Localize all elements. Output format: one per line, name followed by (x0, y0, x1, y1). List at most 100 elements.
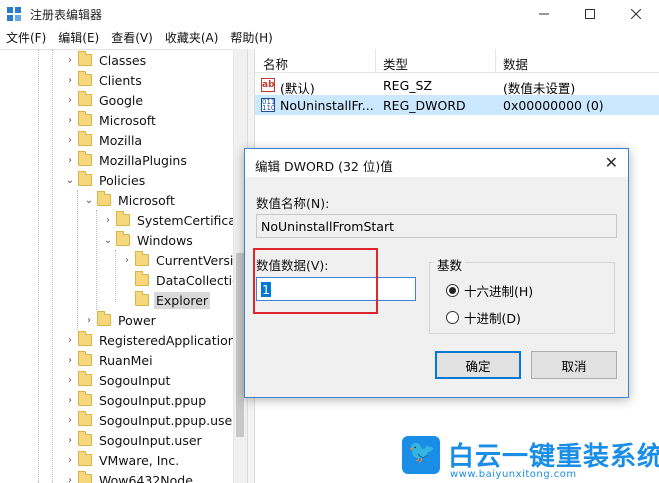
watermark-url: www.baiyunxitong.com (450, 469, 577, 480)
dialog-title: 编辑 DWORD (32 位)值 (255, 159, 393, 174)
chevron-right-icon[interactable]: › (64, 75, 76, 86)
radio-hex[interactable]: 十六进制(H) (446, 281, 533, 300)
chevron-right-icon[interactable]: › (64, 415, 76, 426)
chevron-right-icon[interactable]: › (64, 395, 76, 406)
tree-item-google[interactable]: › Google (64, 90, 145, 110)
tree-item-registeredapplications[interactable]: › RegisteredApplications (64, 330, 244, 350)
tree-item-microsoft[interactable]: › Microsoft (64, 110, 158, 130)
menu-file[interactable]: 文件(F) (0, 28, 52, 48)
tree-item-vmware[interactable]: › VMware, Inc. (64, 450, 181, 470)
folder-icon (78, 471, 92, 483)
tree-item-mozillaplugins[interactable]: › MozillaPlugins (64, 150, 189, 170)
title-bar: 注册表编辑器 (0, 0, 659, 28)
folder-icon (116, 211, 130, 226)
menu-bar: 文件(F) 编辑(E) 查看(V) 收藏夹(A) 帮助(H) (0, 28, 659, 48)
chevron-right-icon[interactable]: › (64, 155, 76, 166)
close-icon[interactable] (613, 0, 659, 28)
list-header: 名称 类型 数据 (255, 49, 659, 73)
folder-icon (116, 231, 130, 246)
tree-item-wow6432node[interactable]: › Wow6432Node (64, 470, 195, 483)
value-name-label: 数值名称(N): (256, 196, 330, 211)
chevron-right-icon[interactable]: › (64, 115, 76, 126)
string-value-icon: ab (261, 78, 275, 92)
tree-scrollbar-thumb[interactable] (236, 253, 244, 437)
folder-icon (135, 271, 149, 286)
tree-item-ruanmei[interactable]: › RuanMei (64, 350, 155, 370)
folder-icon (78, 131, 92, 146)
chevron-down-icon[interactable]: ⌄ (64, 175, 76, 186)
chevron-right-icon[interactable]: › (64, 135, 76, 146)
tree-item-currentversion[interactable]: › CurrentVersi (121, 250, 235, 270)
folder-icon (97, 311, 111, 326)
tree-item-power[interactable]: › Power (83, 310, 158, 330)
chevron-down-icon[interactable]: ⌄ (102, 235, 114, 246)
list-row-nouninstallfromstart[interactable]: 011 110 NoUninstallFr... REG_DWORD 0x0000… (255, 95, 659, 115)
chevron-right-icon[interactable]: › (64, 475, 76, 483)
folder-icon (78, 371, 92, 386)
watermark-title: 白云一键重装系统 (448, 442, 659, 472)
dialog-title-bar: 编辑 DWORD (32 位)值 ✕ (245, 149, 628, 177)
tree-item-windows[interactable]: ⌄ Windows (102, 230, 195, 250)
folder-icon (135, 251, 149, 266)
watermark: 白云一键重装系统 www.baiyunxitong.com (402, 436, 659, 483)
chevron-down-icon[interactable]: ⌄ (83, 195, 95, 206)
value-name-field[interactable]: NoUninstallFromStart (256, 214, 617, 238)
tree-item-sogouinput-ppup-user[interactable]: › SogouInput.ppup.user (64, 410, 239, 430)
radio-decimal[interactable]: 十进制(D) (446, 308, 521, 327)
menu-edit[interactable]: 编辑(E) (52, 28, 105, 48)
tree-item-explorer[interactable]: Explorer (121, 290, 211, 310)
minimize-icon[interactable] (521, 0, 567, 28)
chevron-right-icon[interactable]: › (83, 315, 95, 326)
chevron-right-icon[interactable]: › (64, 375, 76, 386)
tree-item-sogouinput-ppup[interactable]: › SogouInput.ppup (64, 390, 208, 410)
folder-icon (78, 351, 92, 366)
chevron-right-icon[interactable]: › (102, 215, 114, 226)
chevron-right-icon[interactable]: › (64, 455, 76, 466)
folder-icon (78, 91, 92, 106)
list-row-default[interactable]: ab (默认) REG_SZ (数值未设置) (255, 75, 659, 96)
folder-icon (78, 171, 92, 186)
tree-item-sogouinput[interactable]: › SogouInput (64, 370, 172, 390)
cancel-button[interactable]: 取消 (531, 351, 617, 379)
chevron-right-icon[interactable]: › (64, 95, 76, 106)
highlight-annotation (253, 248, 378, 314)
maximize-icon[interactable] (567, 0, 613, 28)
chevron-right-icon[interactable]: › (64, 355, 76, 366)
column-header-name[interactable]: 名称 (263, 54, 288, 73)
folder-icon (78, 391, 92, 406)
base-group-title: 基数 (434, 255, 466, 274)
window-title: 注册表编辑器 (30, 8, 103, 22)
tree-item-policies-microsoft[interactable]: ⌄ Microsoft (83, 190, 177, 210)
tree-item-sogouinput-user[interactable]: › SogouInput.user (64, 430, 204, 450)
chevron-right-icon[interactable]: › (64, 55, 76, 66)
tree-item-classes[interactable]: › Classes (64, 50, 148, 70)
column-header-data[interactable]: 数据 (503, 54, 528, 73)
folder-icon (78, 51, 92, 66)
radio-unchecked-icon[interactable] (446, 311, 459, 324)
folder-icon (78, 411, 92, 426)
folder-icon (78, 71, 92, 86)
radio-checked-icon[interactable] (446, 284, 459, 297)
bird-logo-icon (402, 436, 440, 474)
tree-item-datacollection[interactable]: DataCollectio (121, 270, 242, 290)
folder-icon (78, 111, 92, 126)
folder-icon (78, 151, 92, 166)
close-icon[interactable]: ✕ (605, 153, 618, 172)
tree-item-policies[interactable]: ⌄ Policies (64, 170, 147, 190)
folder-icon (78, 451, 92, 466)
column-header-type[interactable]: 类型 (383, 54, 408, 73)
ok-button[interactable]: 确定 (435, 351, 521, 379)
menu-view[interactable]: 查看(V) (105, 28, 159, 48)
folder-icon (78, 431, 92, 446)
chevron-right-icon[interactable]: › (64, 435, 76, 446)
tree-item-clients[interactable]: › Clients (64, 70, 144, 90)
folder-icon (97, 191, 111, 206)
chevron-right-icon[interactable]: › (121, 255, 133, 266)
dword-value-icon: 011 110 (261, 98, 276, 112)
chevron-right-icon[interactable]: › (64, 335, 76, 346)
menu-favorites[interactable]: 收藏夹(A) (159, 28, 225, 48)
regedit-app-icon (7, 7, 21, 21)
menu-help[interactable]: 帮助(H) (224, 28, 278, 48)
tree-item-systemcertificates[interactable]: › SystemCertificat (102, 210, 243, 230)
tree-item-mozilla[interactable]: › Mozilla (64, 130, 144, 150)
